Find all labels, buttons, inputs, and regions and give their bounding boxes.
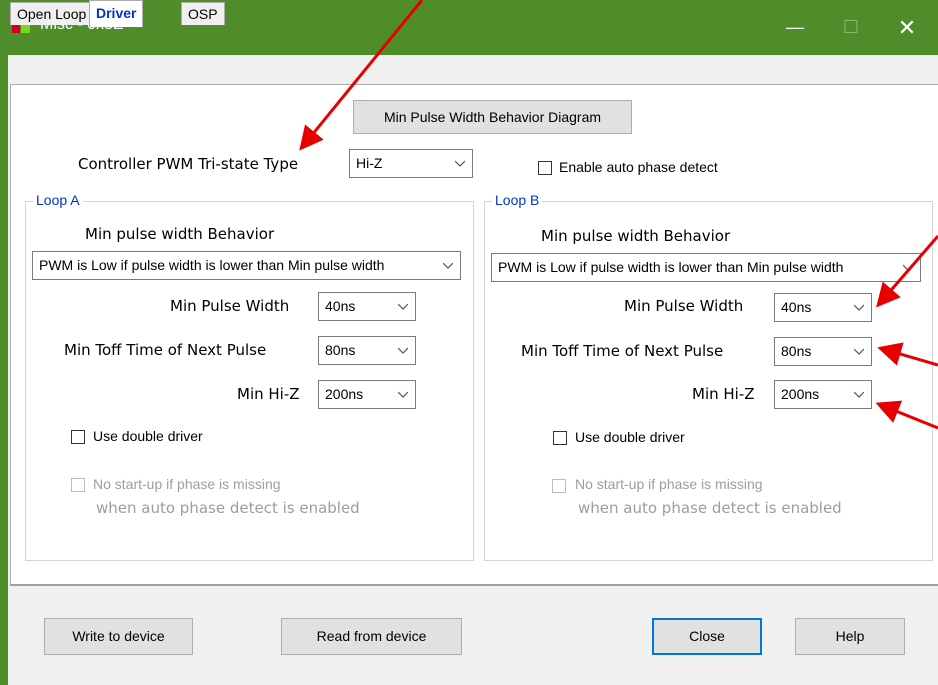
loop-b-min-pulse-select[interactable]: 40ns bbox=[774, 293, 872, 322]
loop-a-min-pulse-value: 40ns bbox=[325, 298, 356, 314]
window-border bbox=[0, 55, 8, 685]
loop-b-behavior-value: PWM is Low if pulse width is lower than … bbox=[498, 259, 844, 275]
chevron-down-icon bbox=[854, 346, 864, 356]
read-from-device-button[interactable]: Read from device bbox=[281, 618, 462, 655]
loop-a-min-hiz-value: 200ns bbox=[325, 386, 364, 402]
help-button[interactable]: Help bbox=[795, 618, 905, 655]
tab-osp[interactable]: OSP bbox=[181, 2, 225, 25]
loop-a-min-toff-label: Min Toff Time of Next Pulse bbox=[64, 341, 267, 359]
loop-b-no-startup-label: No start-up if phase is missing bbox=[575, 476, 763, 492]
loop-a-title: Loop A bbox=[33, 192, 83, 208]
loop-a-double-driver-checkbox[interactable] bbox=[71, 430, 85, 444]
tristate-type-value: Hi-Z bbox=[356, 155, 383, 171]
chevron-down-icon bbox=[903, 262, 913, 272]
loop-b-min-toff-label: Min Toff Time of Next Pulse bbox=[521, 342, 724, 360]
tab-open-loop[interactable]: Open Loop bbox=[10, 2, 94, 25]
chevron-down-icon bbox=[854, 302, 864, 312]
write-to-device-button[interactable]: Write to device bbox=[44, 618, 193, 655]
auto-phase-detect-label: Enable auto phase detect bbox=[559, 159, 718, 175]
loop-b-behavior-label: Min pulse width Behavior bbox=[541, 227, 731, 245]
loop-b-double-driver-label: Use double driver bbox=[575, 429, 685, 445]
loop-b-double-driver-checkbox[interactable] bbox=[553, 431, 567, 445]
loop-b-behavior-select[interactable]: PWM is Low if pulse width is lower than … bbox=[491, 253, 921, 282]
chevron-down-icon bbox=[455, 158, 465, 168]
loop-b-title: Loop B bbox=[492, 192, 543, 208]
minimize-button[interactable]: — bbox=[770, 0, 820, 55]
min-pulse-diagram-button[interactable]: Min Pulse Width Behavior Diagram bbox=[353, 100, 632, 134]
loop-b-min-pulse-value: 40ns bbox=[781, 299, 812, 315]
loop-b-min-hiz-select[interactable]: 200ns bbox=[774, 380, 872, 409]
chevron-down-icon bbox=[398, 301, 408, 311]
tristate-type-select[interactable]: Hi-Z bbox=[349, 149, 473, 178]
auto-phase-detect-checkbox[interactable] bbox=[538, 161, 552, 175]
loop-b-no-startup-checkbox[interactable] bbox=[552, 479, 566, 493]
chevron-down-icon bbox=[443, 260, 453, 270]
loop-a-min-pulse-label: Min Pulse Width bbox=[170, 297, 290, 315]
loop-a-no-startup-label-line2: when auto phase detect is enabled bbox=[96, 499, 360, 517]
loop-a-behavior-select[interactable]: PWM is Low if pulse width is lower than … bbox=[32, 251, 461, 280]
loop-b-min-hiz-value: 200ns bbox=[781, 386, 820, 402]
close-button[interactable]: Close bbox=[652, 618, 762, 655]
loop-a-no-startup-label: No start-up if phase is missing bbox=[93, 476, 281, 492]
chevron-down-icon bbox=[398, 389, 408, 399]
loop-a-min-hiz-label: Min Hi-Z bbox=[237, 385, 300, 403]
loop-b-min-hiz-label: Min Hi-Z bbox=[692, 385, 755, 403]
loop-b-min-toff-select[interactable]: 80ns bbox=[774, 337, 872, 366]
loop-b-min-toff-value: 80ns bbox=[781, 343, 812, 359]
loop-a-no-startup-checkbox[interactable] bbox=[71, 478, 85, 492]
loop-a-min-toff-select[interactable]: 80ns bbox=[318, 336, 416, 365]
maximize-button[interactable]: ☐ bbox=[826, 0, 876, 55]
loop-b-no-startup-label-line2: when auto phase detect is enabled bbox=[578, 499, 842, 517]
loop-a-double-driver-label: Use double driver bbox=[93, 428, 203, 444]
loop-b-min-pulse-label: Min Pulse Width bbox=[624, 297, 744, 315]
chevron-down-icon bbox=[854, 389, 864, 399]
loop-a-min-toff-value: 80ns bbox=[325, 342, 356, 358]
tristate-type-label: Controller PWM Tri-state Type bbox=[78, 155, 299, 173]
loop-a-behavior-label: Min pulse width Behavior bbox=[85, 225, 275, 243]
tab-driver[interactable]: Driver bbox=[89, 0, 144, 27]
loop-a-behavior-value: PWM is Low if pulse width is lower than … bbox=[39, 257, 385, 273]
close-window-button[interactable]: ✕ bbox=[882, 0, 932, 55]
chevron-down-icon bbox=[398, 345, 408, 355]
loop-a-min-hiz-select[interactable]: 200ns bbox=[318, 380, 416, 409]
loop-a-min-pulse-select[interactable]: 40ns bbox=[318, 292, 416, 321]
